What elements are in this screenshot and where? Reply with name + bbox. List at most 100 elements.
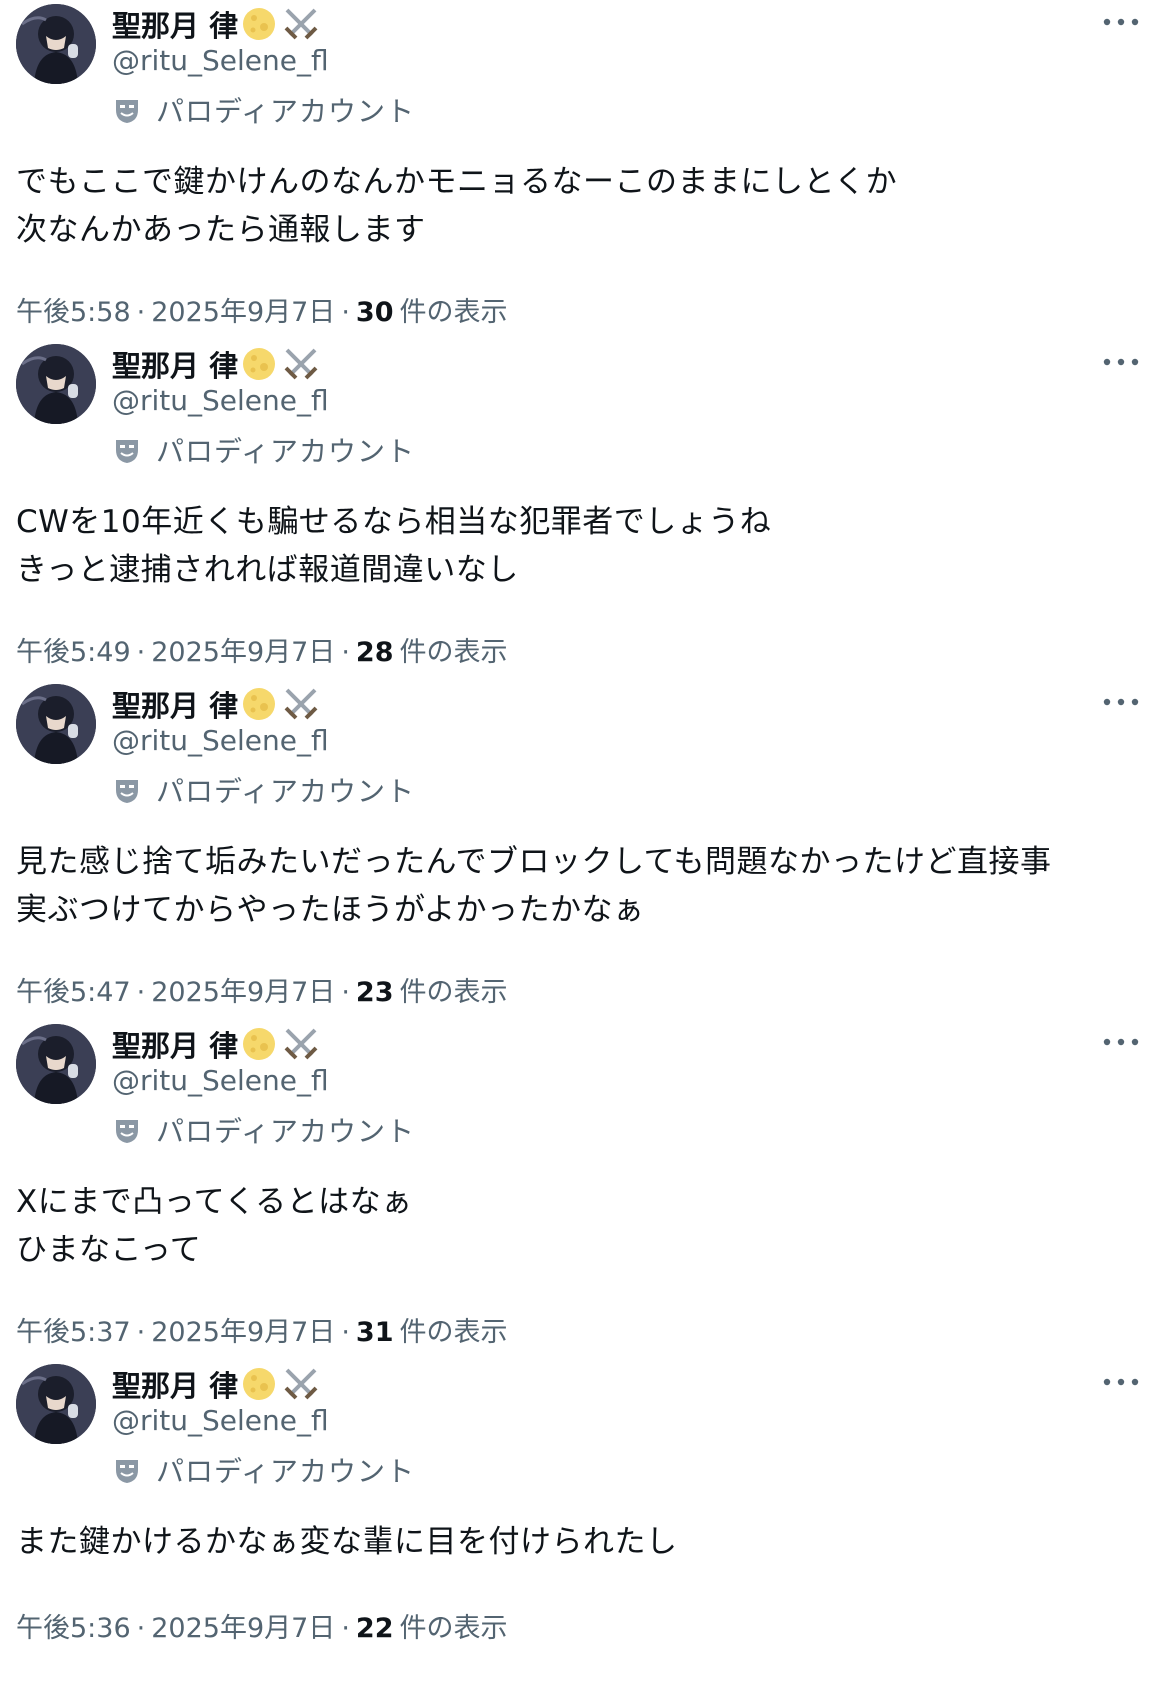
views-label[interactable]: 件の表示	[399, 630, 507, 669]
author-handle[interactable]: @ritu_Selene_fl	[112, 724, 329, 757]
separator-dot: ·	[341, 977, 350, 1008]
more-options-button[interactable]	[1100, 350, 1142, 374]
moon-emoji-icon	[242, 1027, 276, 1061]
avatar[interactable]	[16, 1024, 96, 1104]
author-handle[interactable]: @ritu_Selene_fl	[112, 1404, 329, 1437]
crossed-swords-emoji-icon	[282, 345, 320, 383]
crossed-swords-emoji-icon	[282, 5, 320, 43]
parody-account-label: パロディアカウント	[156, 1115, 416, 1148]
display-name[interactable]: 聖那月 律	[112, 683, 238, 725]
tweet-text-line: また鍵かけるかなぁ変な輩に目を付けられたし	[16, 1524, 678, 1560]
tweet-text: でもここで鍵かけんのなんかモニョるなーこのままにしとくか 次なんかあったら通報し…	[16, 158, 1146, 254]
tweet-meta: 午後5:47 · 2025年9月7日 · 23 件の表示	[16, 970, 507, 1009]
more-options-button[interactable]	[1100, 10, 1142, 34]
avatar[interactable]	[16, 1364, 96, 1444]
tweet[interactable]: 聖那月 律 @ritu_Selene_fl パロディアカウント CWを10年近く…	[0, 340, 1160, 680]
views-label[interactable]: 件の表示	[399, 1606, 507, 1645]
moon-emoji-icon	[242, 347, 276, 381]
views-count[interactable]: 22	[356, 1613, 394, 1644]
parody-label-row: パロディアカウント	[112, 90, 415, 130]
more-dots-icon	[1103, 698, 1139, 706]
views-label[interactable]: 件の表示	[399, 290, 507, 329]
more-options-button[interactable]	[1100, 690, 1142, 714]
separator-dot: ·	[341, 637, 350, 668]
separator-dot: ·	[136, 1317, 146, 1348]
tweet[interactable]: 聖那月 律 @ritu_Selene_fl パロディアカウント でもここで鍵かけ…	[0, 0, 1160, 340]
views-label[interactable]: 件の表示	[399, 1310, 507, 1349]
tweet-text-line: 見た感じ捨て垢みたいだったんでブロックしても問題なかったけど直接事	[16, 844, 1052, 880]
tweet-time[interactable]: 午後5:47	[16, 970, 131, 1009]
tweet[interactable]: 聖那月 律 @ritu_Selene_fl パロディアカウント また鍵かけるかな…	[0, 1360, 1160, 1700]
more-dots-icon	[1103, 18, 1139, 26]
avatar[interactable]	[16, 684, 96, 764]
separator-dot: ·	[341, 1613, 350, 1644]
tweet[interactable]: 聖那月 律 @ritu_Selene_fl パロディアカウント 見た感じ捨て垢み…	[0, 680, 1160, 1020]
tweet-meta: 午後5:58 · 2025年9月7日 · 30 件の表示	[16, 290, 507, 329]
author-name-row[interactable]: 聖那月 律	[112, 1022, 320, 1066]
parody-label-row: パロディアカウント	[112, 1450, 415, 1490]
tweet-text: 見た感じ捨て垢みたいだったんでブロックしても問題なかったけど直接事 実ぶつけてか…	[16, 838, 1146, 934]
display-name[interactable]: 聖那月 律	[112, 343, 238, 385]
author-name-row[interactable]: 聖那月 律	[112, 2, 320, 46]
more-options-button[interactable]	[1100, 1370, 1142, 1394]
tweet-meta: 午後5:49 · 2025年9月7日 · 28 件の表示	[16, 630, 507, 669]
views-count[interactable]: 31	[356, 1317, 394, 1348]
parody-account-label: パロディアカウント	[156, 775, 416, 808]
avatar[interactable]	[16, 344, 96, 424]
separator-dot: ·	[136, 297, 146, 328]
moon-emoji-icon	[242, 7, 276, 41]
tweet-date[interactable]: 2025年9月7日	[151, 970, 335, 1009]
tweet-text: CWを10年近くも騙せるなら相当な犯罪者でしょうね きっと逮捕されれば報道間違い…	[16, 498, 1146, 594]
parody-label-row: パロディアカウント	[112, 430, 415, 470]
crossed-swords-emoji-icon	[282, 1365, 320, 1403]
tweet-text: Xにまで凸ってくるとはなぁ ひまなこって	[16, 1178, 1146, 1274]
tweet-text-line: きっと逮捕されれば報道間違いなし	[16, 552, 519, 588]
tweet-time[interactable]: 午後5:49	[16, 630, 131, 669]
author-handle[interactable]: @ritu_Selene_fl	[112, 384, 329, 417]
avatar[interactable]	[16, 4, 96, 84]
tweet-date[interactable]: 2025年9月7日	[151, 630, 335, 669]
more-options-button[interactable]	[1100, 1030, 1142, 1054]
separator-dot: ·	[136, 977, 146, 1008]
tweet-time[interactable]: 午後5:58	[16, 290, 131, 329]
parody-account-label: パロディアカウント	[156, 435, 416, 468]
tweet-text-line: 次なんかあったら通報します	[16, 212, 426, 248]
tweet-time[interactable]: 午後5:36	[16, 1606, 131, 1645]
author-name-row[interactable]: 聖那月 律	[112, 1362, 320, 1406]
tweet-date[interactable]: 2025年9月7日	[151, 290, 335, 329]
views-label[interactable]: 件の表示	[399, 970, 507, 1009]
separator-dot: ·	[136, 637, 146, 668]
separator-dot: ·	[341, 297, 350, 328]
author-handle[interactable]: @ritu_Selene_fl	[112, 1064, 329, 1097]
tweet-date[interactable]: 2025年9月7日	[151, 1310, 335, 1349]
author-handle[interactable]: @ritu_Selene_fl	[112, 44, 329, 77]
tweet[interactable]: 聖那月 律 @ritu_Selene_fl パロディアカウント Xにまで凸ってく…	[0, 1020, 1160, 1360]
views-count[interactable]: 30	[356, 297, 394, 328]
moon-emoji-icon	[242, 1367, 276, 1401]
more-dots-icon	[1103, 358, 1139, 366]
display-name[interactable]: 聖那月 律	[112, 1363, 238, 1405]
tweet-time[interactable]: 午後5:37	[16, 1310, 131, 1349]
display-name[interactable]: 聖那月 律	[112, 3, 238, 45]
views-count[interactable]: 28	[356, 637, 394, 668]
more-dots-icon	[1103, 1378, 1139, 1386]
tweet-text-line: ひまなこって	[16, 1232, 202, 1268]
separator-dot: ·	[136, 1613, 146, 1644]
parody-mask-icon	[112, 775, 142, 805]
tweet-text-line: Xにまで凸ってくるとはなぁ	[16, 1184, 413, 1220]
parody-mask-icon	[112, 95, 142, 125]
parody-mask-icon	[112, 1455, 142, 1485]
parody-mask-icon	[112, 435, 142, 465]
tweet-text: また鍵かけるかなぁ変な輩に目を付けられたし	[16, 1518, 1146, 1566]
tweet-text-line: CWを10年近くも騙せるなら相当な犯罪者でしょうね	[16, 504, 772, 540]
views-count[interactable]: 23	[356, 977, 394, 1008]
author-name-row[interactable]: 聖那月 律	[112, 342, 320, 386]
crossed-swords-emoji-icon	[282, 1025, 320, 1063]
more-dots-icon	[1103, 1038, 1139, 1046]
author-name-row[interactable]: 聖那月 律	[112, 682, 320, 726]
parody-account-label: パロディアカウント	[156, 95, 416, 128]
tweet-meta: 午後5:36 · 2025年9月7日 · 22 件の表示	[16, 1606, 507, 1645]
tweet-date[interactable]: 2025年9月7日	[151, 1606, 335, 1645]
display-name[interactable]: 聖那月 律	[112, 1023, 238, 1065]
tweet-text-line: でもここで鍵かけんのなんかモニョるなーこのままにしとくか	[16, 164, 898, 200]
